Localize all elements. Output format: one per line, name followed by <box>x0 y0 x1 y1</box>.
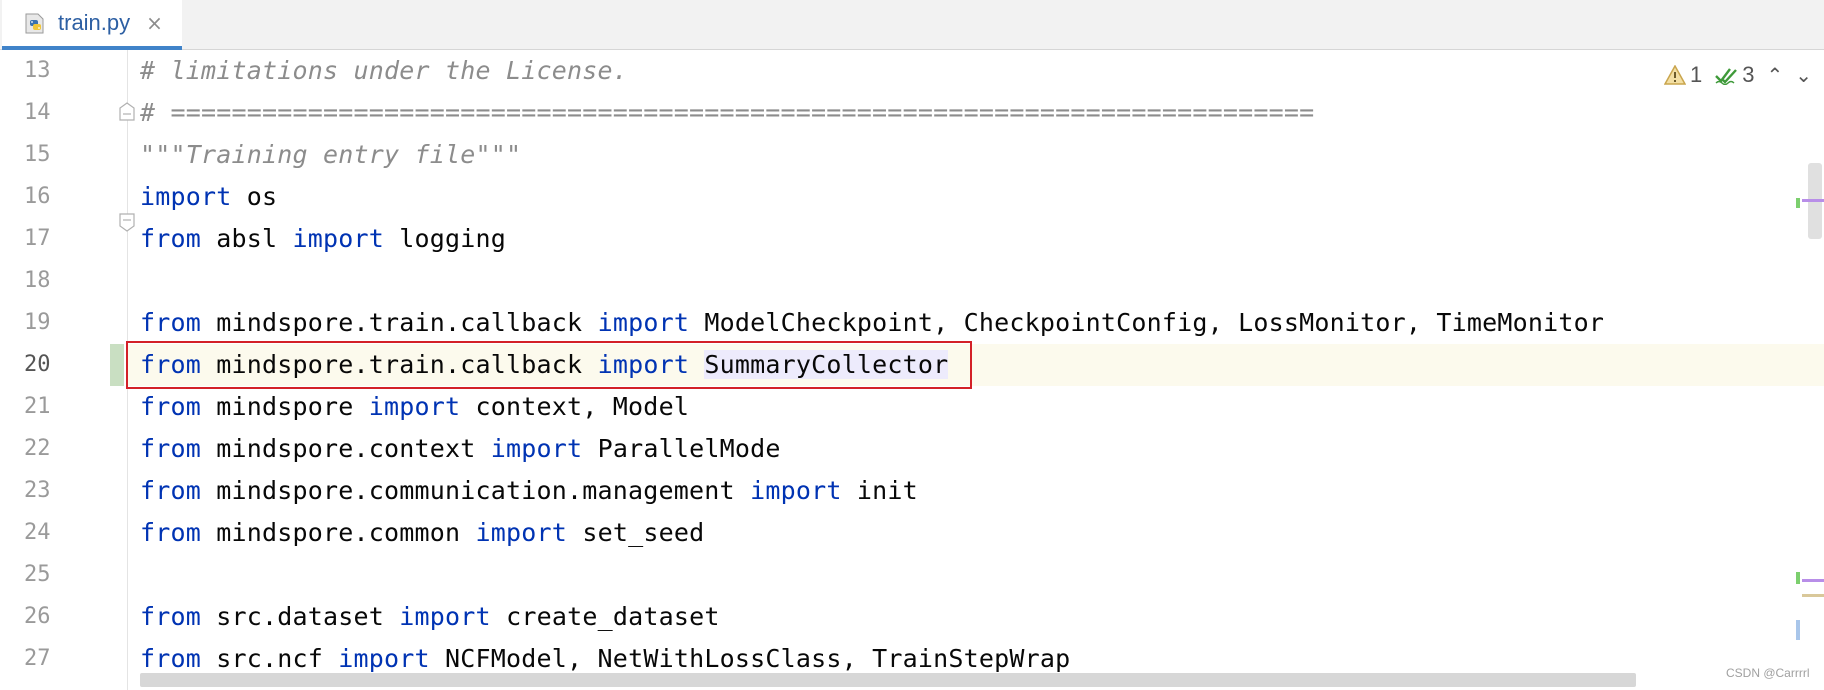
identifier-highlight: SummaryCollector <box>704 350 949 379</box>
keyword: import <box>490 434 583 463</box>
close-icon[interactable]: × <box>146 11 163 35</box>
code-line[interactable]: from mindspore.train.callback import Mod… <box>128 302 1824 344</box>
line-number[interactable]: 24 <box>0 512 126 554</box>
error-stripe-marker[interactable] <box>1802 199 1824 202</box>
change-stripe[interactable] <box>1796 198 1800 208</box>
horizontal-scrollbar-thumb[interactable] <box>140 673 1636 687</box>
code-line[interactable]: # ======================================… <box>128 92 1824 134</box>
keyword: import <box>475 518 568 547</box>
double-check-icon <box>1715 68 1738 85</box>
code-line[interactable]: from absl import logging <box>128 218 1824 260</box>
line-number[interactable]: 22 <box>0 428 126 470</box>
next-highlight-icon[interactable]: ⌄ <box>1795 63 1812 87</box>
keyword: from <box>140 308 202 337</box>
editor-tab-bar: train.py × <box>0 0 1824 50</box>
line-number[interactable]: 26 <box>0 596 126 638</box>
line-number[interactable]: 13 <box>0 50 126 92</box>
code-line[interactable] <box>128 260 1824 302</box>
comment-text: # limitations under the License. <box>140 56 629 85</box>
watermark: CSDN @Carrrrl <box>1726 666 1810 680</box>
code-line[interactable]: from mindspore.common import set_seed <box>128 512 1824 554</box>
fold-end-icon[interactable] <box>118 102 136 122</box>
code-editor[interactable]: 13 14 15 16 17 18 19 20 21 22 23 24 25 26 27 # limitat… <box>0 50 1824 690</box>
code-line[interactable]: from mindspore import context, Model <box>128 386 1824 428</box>
keyword: from <box>140 518 202 547</box>
change-stripe[interactable] <box>1796 572 1800 584</box>
warnings-indicator[interactable]: 1 <box>1663 62 1703 88</box>
keyword: from <box>140 476 202 505</box>
vcs-change-marker[interactable] <box>110 344 124 386</box>
warning-icon <box>1663 65 1686 85</box>
keyword: from <box>140 644 202 673</box>
line-number[interactable]: 19 <box>0 302 126 344</box>
keyword: import <box>399 602 491 631</box>
keyword: import <box>338 644 430 673</box>
line-number[interactable]: 15 <box>0 134 126 176</box>
comment-text: # ======================================… <box>140 98 1315 127</box>
code-line[interactable]: from src.dataset import create_dataset <box>128 596 1824 638</box>
keyword: import <box>368 392 461 421</box>
typos-count: 3 <box>1742 62 1755 87</box>
line-number[interactable]: 16 <box>0 176 126 218</box>
keyword: import <box>140 182 232 211</box>
code-line[interactable]: from mindspore.context import ParallelMo… <box>128 428 1824 470</box>
line-number[interactable]: 17 <box>0 218 126 260</box>
python-file-icon <box>22 10 48 36</box>
warnings-count: 1 <box>1689 62 1703 87</box>
line-number[interactable]: 25 <box>0 554 126 596</box>
error-stripe-marker[interactable] <box>1802 579 1824 582</box>
keyword: import <box>597 350 690 379</box>
keyword: from <box>140 434 202 463</box>
line-number[interactable]: 20 <box>0 344 126 386</box>
tab-train-py[interactable]: train.py × <box>2 0 182 50</box>
keyword: from <box>140 350 202 379</box>
modified-stripe[interactable] <box>1796 620 1800 640</box>
keyword: from <box>140 602 202 631</box>
line-number-gutter: 13 14 15 16 17 18 19 20 21 22 23 24 25 26 27 <box>0 50 128 690</box>
code-line[interactable] <box>128 554 1824 596</box>
keyword: import <box>597 308 690 337</box>
keyword: import <box>750 476 842 505</box>
line-number[interactable]: 18 <box>0 260 126 302</box>
line-number[interactable]: 21 <box>0 386 126 428</box>
previous-highlight-icon[interactable]: ⌃ <box>1766 63 1783 87</box>
code-line[interactable]: from mindspore.communication.management … <box>128 470 1824 512</box>
typos-indicator[interactable]: 3 <box>1714 62 1754 88</box>
line-number[interactable]: 27 <box>0 638 126 680</box>
code-line[interactable]: from mindspore.train.callback import Sum… <box>128 344 1824 386</box>
inspection-widget: 1 3 ⌃ ⌄ <box>1624 54 1824 96</box>
keyword: from <box>140 392 202 421</box>
code-line[interactable]: import os <box>128 176 1824 218</box>
code-line[interactable]: # limitations under the License. <box>128 50 1824 92</box>
comment-text: """Training entry file""" <box>140 140 522 169</box>
line-number[interactable]: 23 <box>0 470 126 512</box>
line-number[interactable]: 14 <box>0 92 126 134</box>
keyword: from <box>140 224 202 253</box>
fold-start-icon[interactable] <box>118 212 136 232</box>
keyword: import <box>292 224 385 253</box>
code-line[interactable]: """Training entry file""" <box>128 134 1824 176</box>
tab-title: train.py <box>58 10 131 35</box>
warning-stripe-marker[interactable] <box>1802 594 1824 597</box>
